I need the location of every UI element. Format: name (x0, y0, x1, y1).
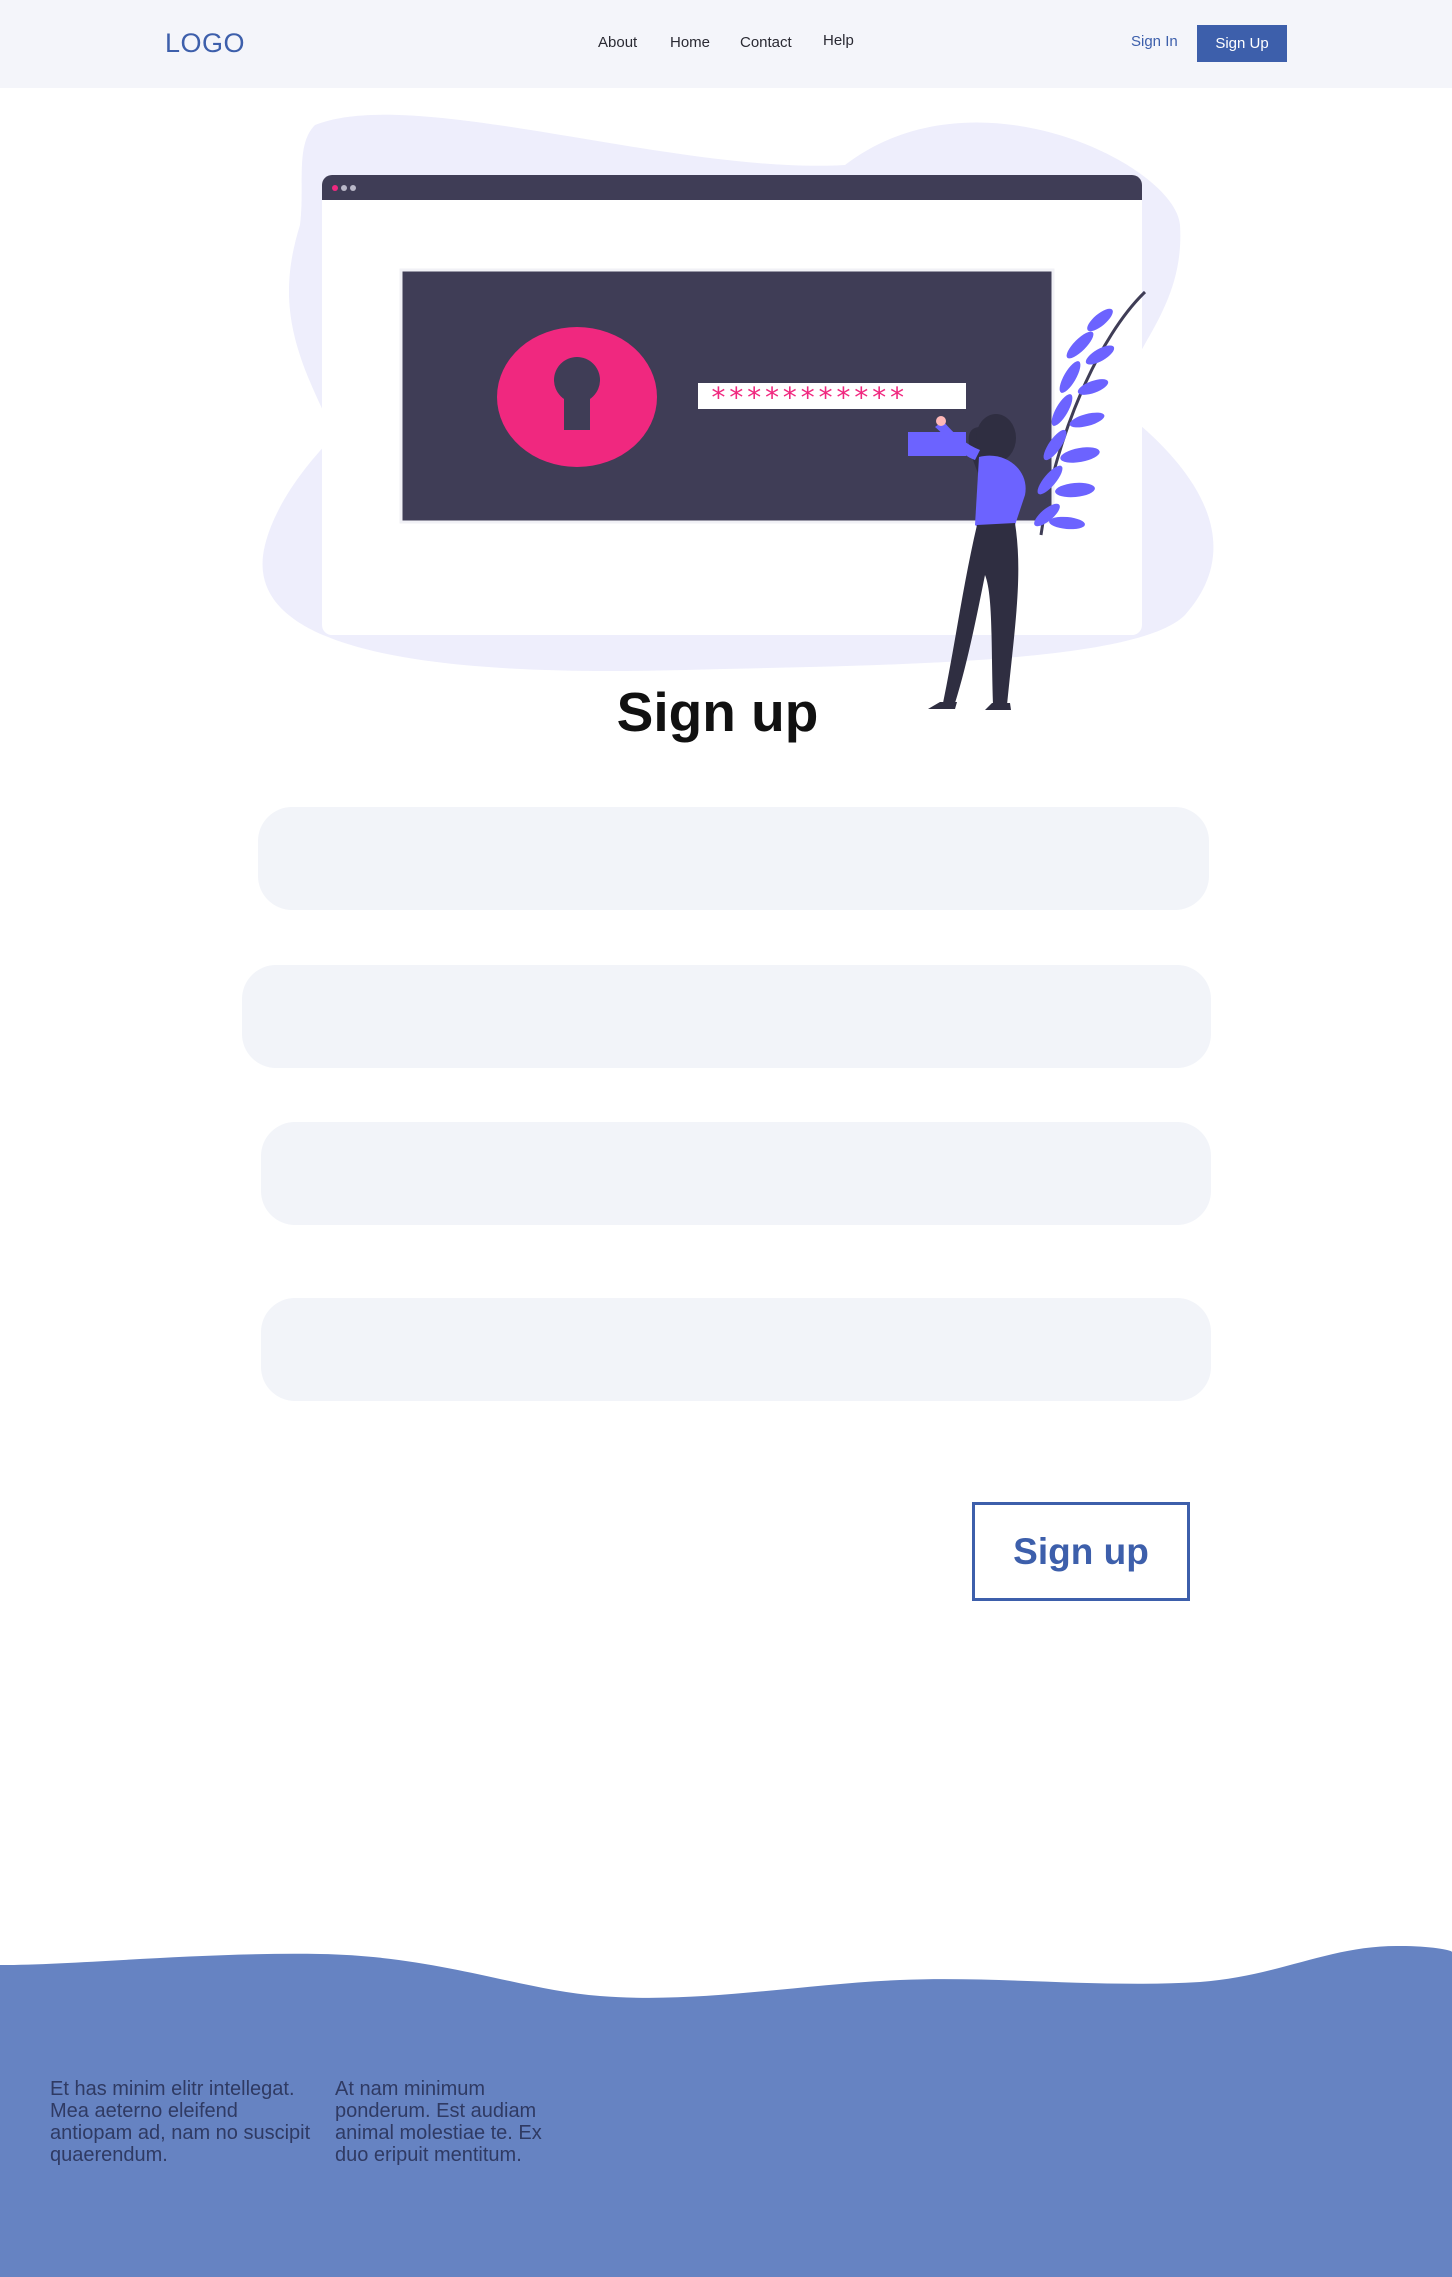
sign-up-button[interactable]: Sign Up (1197, 25, 1287, 62)
password-mask: *********** (710, 381, 906, 414)
nav-contact[interactable]: Contact (740, 34, 792, 51)
input-field-1[interactable] (258, 807, 1209, 910)
input-field-4[interactable] (261, 1298, 1211, 1401)
hero-illustration: *********** (262, 114, 1214, 710)
input-field-3[interactable] (261, 1122, 1211, 1225)
nav-help[interactable]: Help (823, 32, 854, 49)
nav-about[interactable]: About (598, 34, 637, 51)
submit-sign-up-button[interactable]: Sign up (972, 1502, 1190, 1601)
page-title: Sign up (616, 681, 819, 743)
sign-in-link[interactable]: Sign In (1131, 33, 1178, 50)
footer-text-2: At nam minimum ponderum. Est audiam anim… (335, 2078, 542, 2166)
nav-home[interactable]: Home (670, 34, 710, 51)
input-field-2[interactable] (242, 965, 1211, 1068)
footer-text-1: Et has minim elitr intellegat. Mea aeter… (50, 2078, 311, 2166)
lock-panel: *********** (399, 268, 1055, 524)
logo[interactable]: LOGO (165, 28, 245, 59)
